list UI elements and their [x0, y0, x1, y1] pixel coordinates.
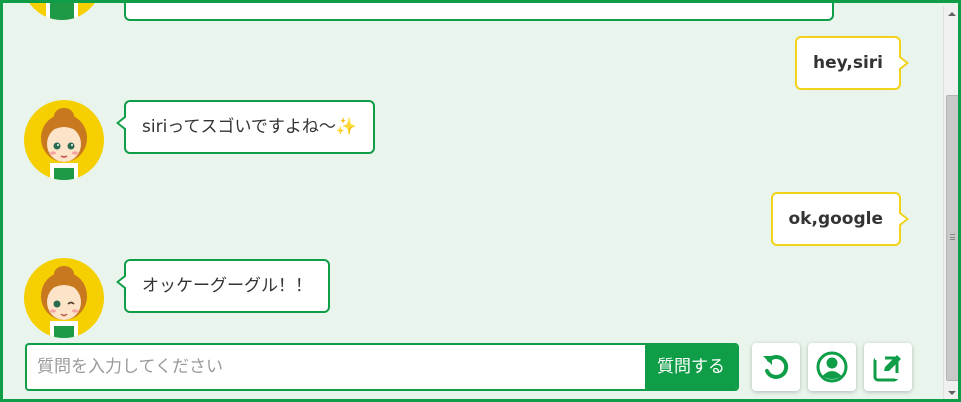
operator-message: siriってスゴいですよね〜✨	[115, 100, 376, 154]
operator-avatar	[24, 258, 104, 338]
user-message-text: ok,google	[788, 209, 884, 229]
scroll-thumb[interactable]	[946, 95, 958, 381]
chat-window: hey,siri siriってスゴいですよね〜✨ ok,google オッケーグ…	[0, 0, 961, 402]
operator-message-text: オッケーグーグル！！	[142, 276, 312, 296]
user-message-text: hey,siri	[812, 53, 883, 73]
refresh-icon	[763, 354, 789, 379]
user-message: hey,siri	[794, 36, 910, 90]
operator-avatar	[22, 3, 102, 20]
edit-icon	[873, 354, 901, 382]
operator-avatar-winking-illustration	[41, 266, 87, 338]
user-message: ok,google	[770, 192, 909, 246]
operator-message: オッケーグーグル！！	[116, 259, 330, 313]
refresh-button[interactable]	[752, 343, 800, 391]
scroll-grip-icon	[950, 234, 955, 240]
operator-avatar-illustration	[46, 3, 78, 20]
operator-avatar-illustration	[41, 108, 87, 180]
operator-avatar	[24, 100, 104, 180]
question-input-group: 質問する	[25, 343, 739, 391]
operator-bubble-previous	[124, 3, 834, 21]
edit-button[interactable]	[864, 343, 912, 391]
scroll-up-arrow-icon[interactable]	[944, 6, 958, 23]
scroll-down-arrow-icon[interactable]	[944, 385, 958, 399]
user-circle-icon	[816, 351, 848, 383]
profile-button[interactable]	[808, 343, 856, 391]
question-input[interactable]	[27, 345, 647, 389]
chat-scrollbar[interactable]	[943, 6, 958, 399]
ask-button[interactable]: 質問する	[645, 345, 737, 389]
operator-message-text: siriってスゴいですよね〜✨	[142, 117, 358, 137]
